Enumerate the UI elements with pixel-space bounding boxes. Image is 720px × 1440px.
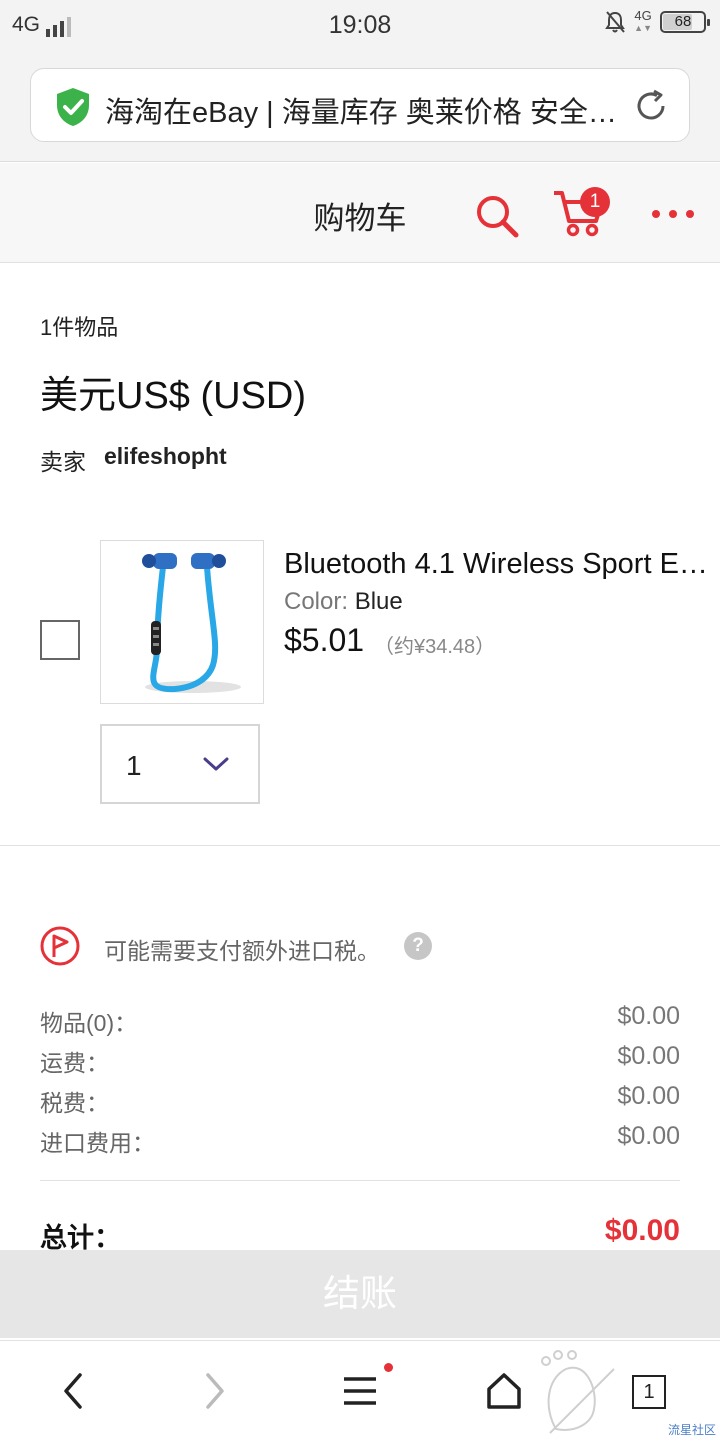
- chevron-down-icon: [203, 757, 229, 771]
- app-header: 购物车 1: [0, 163, 720, 263]
- page-url-title[interactable]: 海淘在eBay | 海量库存 奥莱价格 安全保障: [105, 89, 625, 131]
- tabs-icon[interactable]: 1: [632, 1375, 666, 1409]
- battery-level: 68: [674, 13, 692, 30]
- browser-bottom-nav: 1 流星社区: [0, 1340, 720, 1440]
- battery-icon: 68: [660, 11, 710, 33]
- product-image[interactable]: [100, 540, 264, 704]
- summary-amount: $0.00: [617, 1082, 680, 1110]
- summary-row-items: 物品(0)： $0.00: [40, 1000, 680, 1040]
- seller-row: 卖家 elifeshopht: [40, 443, 227, 477]
- currency-heading: 美元US$ (USD): [40, 375, 307, 417]
- product-approx-price: （约¥34.48）: [374, 636, 496, 658]
- back-icon[interactable]: [58, 1371, 88, 1411]
- import-tax-notice: 可能需要支付额外进口税。: [104, 938, 380, 964]
- reload-icon[interactable]: [633, 88, 669, 124]
- import-tax-icon: [40, 926, 80, 966]
- menu-notification-dot: [384, 1363, 393, 1372]
- mute-bell-icon: [605, 11, 626, 33]
- item-count: 1件物品: [40, 315, 119, 340]
- seller-name[interactable]: elifeshopht: [104, 443, 227, 477]
- network-4g-label: 4G: [634, 8, 652, 23]
- product-price: $5.01: [284, 622, 365, 658]
- home-icon[interactable]: [486, 1371, 522, 1411]
- summary-amount: $0.00: [617, 1122, 680, 1150]
- checkout-button[interactable]: 结账: [0, 1250, 720, 1338]
- page-title: 购物车: [313, 201, 407, 236]
- network-4g-icon: 4G ▲▼: [634, 8, 652, 33]
- cart-count-badge: 1: [580, 187, 610, 217]
- summary-label: 运费：: [40, 1050, 109, 1076]
- shield-check-icon: [57, 88, 89, 126]
- forward-icon[interactable]: [200, 1371, 230, 1411]
- status-icons: 4G ▲▼ 68: [604, 8, 710, 34]
- summary-amount: $0.00: [617, 1042, 680, 1070]
- watermark-logo: [541, 1350, 615, 1434]
- summary-divider: [40, 1180, 680, 1181]
- total-amount: $0.00: [604, 1214, 680, 1247]
- item-select-checkbox[interactable]: [40, 620, 80, 660]
- status-bar: 4G 19:08 4G ▲▼ 68: [0, 0, 720, 52]
- order-summary: 物品(0)： $0.00 运费： $0.00 税费： $0.00 进口费用： $…: [40, 1000, 680, 1160]
- summary-row-import-fees: 进口费用： $0.00: [40, 1120, 680, 1160]
- earphones-image: [142, 553, 241, 693]
- summary-label: 进口费用：: [40, 1130, 155, 1156]
- search-icon[interactable]: [474, 193, 520, 239]
- quantity-select[interactable]: 1: [100, 724, 260, 804]
- summary-amount: $0.00: [617, 1002, 680, 1030]
- browser-toolbar: 海淘在eBay | 海量库存 奥莱价格 安全保障: [0, 52, 720, 162]
- color-value: Blue: [354, 588, 403, 615]
- more-dots-icon[interactable]: [652, 210, 694, 218]
- product-title[interactable]: Bluetooth 4.1 Wireless Sport Earphones: [284, 548, 708, 581]
- summary-row-tax: 税费： $0.00: [40, 1080, 680, 1120]
- section-divider: [0, 845, 720, 846]
- color-label: Color:: [284, 588, 349, 615]
- watermark-text: 流星社区: [667, 1423, 716, 1437]
- help-icon[interactable]: ?: [404, 932, 432, 960]
- summary-label: 物品(0)：: [40, 1010, 138, 1036]
- product-color: Color: Blue: [284, 588, 403, 616]
- seller-label: 卖家: [40, 449, 86, 475]
- menu-icon[interactable]: [342, 1371, 378, 1411]
- quantity-value: 1: [126, 750, 142, 781]
- summary-label: 税费：: [40, 1090, 109, 1116]
- summary-row-shipping: 运费： $0.00: [40, 1040, 680, 1080]
- address-bar[interactable]: 海淘在eBay | 海量库存 奥莱价格 安全保障: [30, 68, 690, 142]
